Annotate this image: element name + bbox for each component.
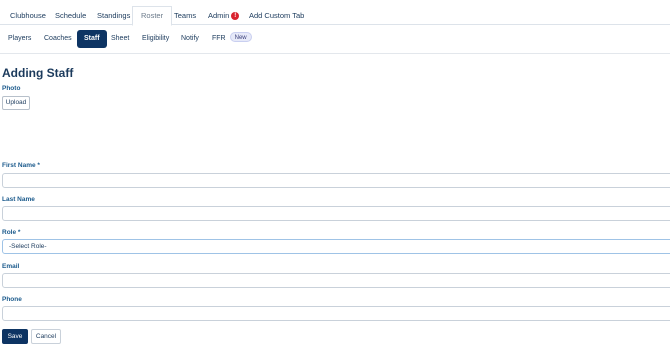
alert-icon: !: [231, 12, 240, 20]
role-select[interactable]: -Select Role-: [2, 239, 670, 254]
sub-tab-bar: Players Coaches Staff Sheet Eligibility …: [0, 26, 670, 54]
upload-button[interactable]: Upload: [2, 96, 30, 110]
save-button[interactable]: Save: [2, 329, 28, 344]
last-name-field[interactable]: [2, 206, 670, 221]
tab-standings[interactable]: Standings: [89, 7, 138, 25]
tab-teams[interactable]: Teams: [166, 7, 204, 25]
email-field[interactable]: [2, 273, 670, 288]
first-name-label: First Name *: [2, 162, 40, 169]
phone-label: Phone: [2, 296, 22, 303]
subtab-coaches[interactable]: Coaches: [44, 30, 72, 48]
role-label: Role *: [2, 229, 21, 236]
subtab-players[interactable]: Players: [8, 30, 31, 48]
subtab-sheet[interactable]: Sheet: [111, 30, 129, 48]
email-label: Email: [2, 263, 20, 270]
tab-schedule[interactable]: Schedule: [47, 7, 94, 25]
last-name-label: Last Name: [2, 196, 35, 203]
new-badge: New: [229, 32, 252, 42]
top-tab-bar: Clubhouse Schedule Standings Roster Team…: [0, 0, 670, 26]
phone-field[interactable]: [2, 306, 670, 321]
first-name-field[interactable]: [2, 173, 670, 188]
subtab-notify[interactable]: Notify: [181, 30, 199, 48]
role-select-value: -Select Role-: [9, 243, 47, 250]
subtab-staff[interactable]: Staff: [77, 30, 107, 48]
cancel-button[interactable]: Cancel: [31, 329, 61, 344]
subtab-eligibility[interactable]: Eligibility: [142, 30, 169, 48]
subtab-ffr-label: FFR: [212, 35, 226, 42]
photo-label: Photo: [2, 85, 21, 92]
page-title: Adding Staff: [2, 66, 74, 80]
subtab-ffr[interactable]: FFR New: [212, 30, 252, 48]
tab-add-custom[interactable]: Add Custom Tab: [241, 7, 312, 25]
tab-admin-label: Admin: [208, 11, 230, 20]
